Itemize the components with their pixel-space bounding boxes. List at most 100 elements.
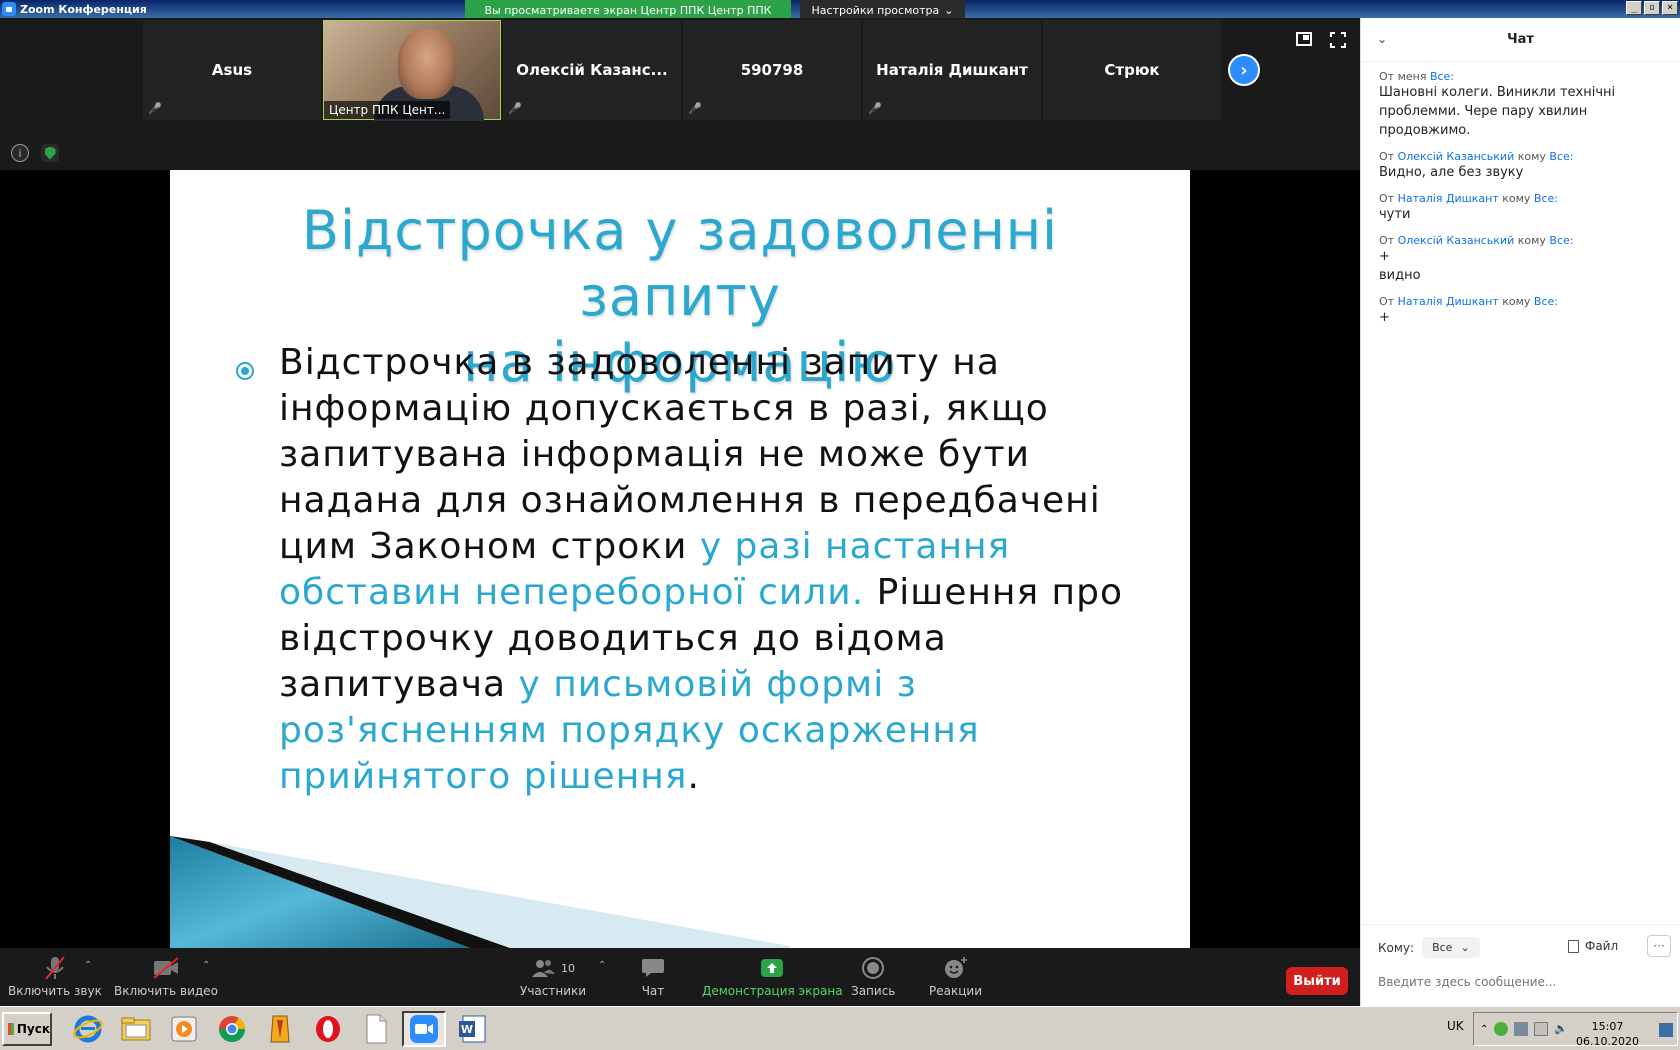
participant-tile[interactable]: 590798 🎤 [683,20,861,120]
clock[interactable]: 15:07 06.10.2020 [1576,1019,1639,1049]
message-sender[interactable]: Наталія Дишкант [1398,192,1499,205]
participants-options-caret[interactable]: ⌃ [598,960,606,971]
minimize-button[interactable]: _ [1626,1,1642,15]
participants-button[interactable]: 10 Участники [520,954,586,998]
chevron-down-icon: ⌄ [1460,941,1470,954]
blank-document-icon[interactable] [354,1011,398,1047]
chat-title: Чат [1507,32,1534,47]
message-sender[interactable]: Олексій Казанський [1398,234,1515,247]
participants-label: Участники [520,984,587,998]
message-recipient[interactable]: Все: [1534,192,1558,205]
word-icon[interactable]: W [450,1011,494,1047]
internet-explorer-icon[interactable] [66,1011,110,1047]
chevron-down-icon[interactable]: ⌄ [1377,32,1387,46]
chat-message: От Наталія Дишкант кому Все: + [1379,295,1662,327]
participant-name: Центр ППК Цент... [324,101,451,119]
opera-icon[interactable] [306,1011,350,1047]
more-options-button[interactable]: ··· [1647,935,1671,957]
mic-muted-icon: 🎤 [508,102,522,115]
chat-message-input[interactable] [1378,975,1664,989]
tray-expand-icon[interactable]: ⌃ [1480,1024,1488,1035]
recipient-select[interactable]: Все ⌄ [1422,937,1480,958]
restore-button[interactable]: ▫ [1644,1,1660,15]
message-recipient[interactable]: Все: [1534,295,1558,308]
participants-count: 10 [561,961,576,975]
zoom-app-icon [2,2,16,16]
message-to-word: кому [1517,234,1546,247]
fullscreen-icon[interactable] [1330,32,1346,48]
recipient-label: Кому: [1378,940,1415,955]
message-recipient[interactable]: Все: [1549,234,1573,247]
flag-icon[interactable] [1534,1022,1549,1036]
share-screen-button[interactable]: Демонстрация экрана [702,954,843,998]
language-indicator[interactable]: UK [1447,1019,1464,1033]
message-from: От [1379,192,1395,205]
pip-view-icon[interactable] [1296,32,1312,46]
tray-app-icon[interactable] [1494,1022,1509,1036]
chrome-icon[interactable] [210,1011,254,1047]
file-label: Файл [1585,939,1619,953]
reactions-label: Реакции [929,984,982,998]
message-text: Шановні колеги. Виникли технічні проблем… [1379,85,1620,138]
leave-button[interactable]: Выйти [1286,967,1348,995]
audio-options-caret[interactable]: ⌃ [84,960,92,971]
participant-tile[interactable]: Стрюк [1043,20,1221,120]
volume-icon[interactable]: 🔈 [1554,1022,1568,1036]
chat-message: От меня Все: Шановні колеги. Виникли тех… [1379,70,1662,140]
start-button[interactable]: Пуск [2,1012,52,1046]
network-icon[interactable] [1514,1022,1529,1036]
chat-label: Чат [641,984,665,998]
unmute-label: Включить звук [8,984,102,998]
message-recipient[interactable]: Все: [1430,70,1454,83]
window-title: Zoom Конференция [20,2,147,16]
close-button[interactable]: × [1662,1,1678,15]
mic-muted-icon: 🎤 [688,102,702,115]
record-icon [861,954,885,982]
share-screen-label: Демонстрация экрана [702,984,843,998]
message-recipient[interactable]: Все: [1549,150,1573,163]
archive-app-icon[interactable] [258,1011,302,1047]
message-meta: От Олексій Казанський кому Все: [1379,150,1662,163]
slide-bullet: Відстрочка в задоволенні запиту на інфор… [236,340,1136,800]
record-button[interactable]: Запись [851,954,895,998]
participants-icon: 10 [531,954,575,982]
chat-button[interactable]: Чат [641,954,665,998]
participant-tile[interactable]: Олексій Казанс... 🎤 [503,20,681,120]
taskbar: Пуск W UK ⌃ 🔈 15:07 06.10.2020 [0,1006,1680,1050]
chat-compose: Кому: Все ⌄ Файл ··· [1361,924,1680,1006]
encryption-shield-icon[interactable] [41,144,59,162]
recipient-value: Все [1432,941,1453,954]
view-options-button[interactable]: Настройки просмотра ⌄ [800,0,965,20]
participant-name: Asus [211,61,253,79]
participant-strip: Asus 🎤 Центр ППК Цент... Олексій Казанс.… [143,20,1221,121]
shared-screen: Відстрочка у задоволенні запиту на інфор… [0,170,1360,948]
presentation-slide: Відстрочка у задоволенні запиту на інфор… [170,170,1190,948]
message-sender[interactable]: Наталія Дишкант [1398,295,1499,308]
camera-off-icon [152,954,180,982]
info-icon[interactable]: i [11,144,29,162]
slide-title-line1: Відстрочка у задоволенні запиту [301,199,1059,328]
reactions-button[interactable]: Реакции [929,954,982,998]
meeting-area: Asus 🎤 Центр ППК Цент... Олексій Казанс.… [0,18,1360,948]
message-meta: От Наталія Дишкант кому Все: [1379,295,1662,308]
show-desktop-icon[interactable] [1659,1023,1673,1037]
start-label: Пуск [16,1022,50,1036]
media-player-icon[interactable] [162,1011,206,1047]
record-label: Запись [851,984,896,998]
participant-tile-video[interactable]: Центр ППК Цент... [323,20,501,121]
participant-tile[interactable]: Asus 🎤 [143,20,321,120]
next-page-arrow-icon[interactable]: › [1228,54,1260,86]
participant-tile[interactable]: Наталія Дишкант 🎤 [863,20,1041,120]
file-button[interactable]: Файл [1568,939,1618,953]
share-banner: Вы просматриваете экран Центр ППК Центр … [465,0,791,20]
bullet-icon [236,362,254,380]
chat-message: От Наталія Дишкант кому Все: чути [1379,192,1662,224]
start-video-label: Включить видео [114,984,218,998]
message-from: От [1379,295,1395,308]
chevron-down-icon: ⌄ [944,3,954,17]
file-explorer-icon[interactable] [114,1011,158,1047]
message-sender[interactable]: Олексій Казанський [1398,150,1515,163]
zoom-taskbar-icon[interactable] [402,1011,446,1047]
message-to-word: кому [1517,150,1546,163]
video-options-caret[interactable]: ⌃ [202,960,210,971]
